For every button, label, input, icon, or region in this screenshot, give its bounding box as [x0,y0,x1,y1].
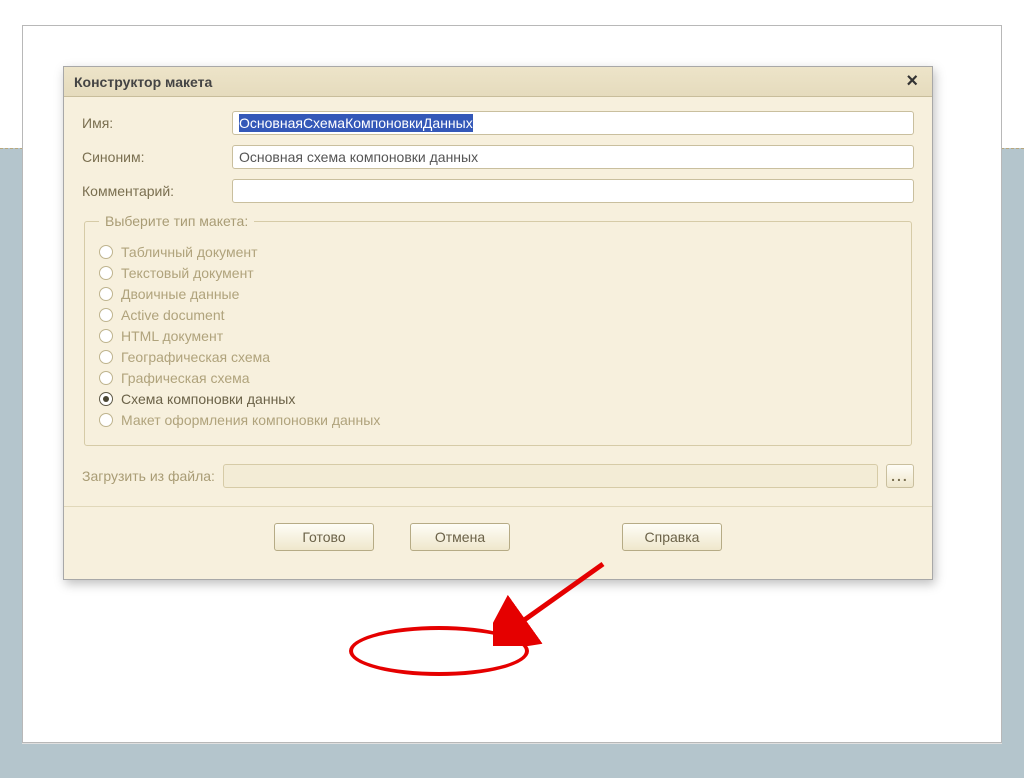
radio-label: Макет оформления компоновки данных [121,412,380,428]
name-input-value: ОсновнаяСхемаКомпоновкиДанных [239,114,473,132]
radio-label: HTML документ [121,328,223,344]
cancel-button-label: Отмена [435,529,485,545]
radio-icon [99,245,113,259]
outer-frame: Конструктор макета × Имя: ОсновнаяСхемаК… [22,25,1002,743]
name-input[interactable]: ОсновнаяСхемаКомпоновкиДанных [232,111,914,135]
radio-icon [99,329,113,343]
template-type-group: Выберите тип макета: Табличный документ Т… [84,213,912,446]
radio-icon [99,287,113,301]
radio-option-7[interactable]: Схема компоновки данных [99,391,897,407]
row-synonym: Синоним: Основная схема компоновки данны… [82,145,914,169]
comment-input[interactable] [232,179,914,203]
radio-label: Табличный документ [121,244,258,260]
radio-label: Географическая схема [121,349,270,365]
radio-icon [99,392,113,406]
titlebar: Конструктор макета × [64,67,932,97]
radio-option-1[interactable]: Текстовый документ [99,265,897,281]
synonym-input-value: Основная схема компоновки данных [239,149,478,165]
load-label: Загрузить из файла: [82,468,215,484]
dialog-body: Имя: ОсновнаяСхемаКомпоновкиДанных Синон… [64,97,932,579]
load-path-input[interactable] [223,464,878,488]
cancel-button[interactable]: Отмена [410,523,510,551]
radio-icon [99,350,113,364]
radio-label: Схема компоновки данных [121,391,295,407]
help-button-label: Справка [645,529,700,545]
radio-label: Графическая схема [121,370,250,386]
radio-option-6[interactable]: Графическая схема [99,370,897,386]
layout-constructor-dialog: Конструктор макета × Имя: ОсновнаяСхемаК… [63,66,933,580]
help-button[interactable]: Справка [622,523,722,551]
radio-option-8[interactable]: Макет оформления компоновки данных [99,412,897,428]
annotation-ellipse [349,626,529,676]
radio-option-5[interactable]: Географическая схема [99,349,897,365]
ok-button-label: Готово [302,529,345,545]
radio-label: Двоичные данные [121,286,239,302]
radio-label: Текстовый документ [121,265,254,281]
browse-button[interactable]: ... [886,464,914,488]
radio-option-3[interactable]: Active document [99,307,897,323]
close-icon[interactable]: × [902,70,922,93]
button-row: Готово Отмена Справка [82,507,914,569]
row-comment: Комментарий: [82,179,914,203]
radio-icon [99,413,113,427]
radio-icon [99,308,113,322]
load-from-file-row: Загрузить из файла: ... [82,464,914,488]
radio-icon [99,266,113,280]
dialog-title: Конструктор макета [74,74,212,90]
radio-label: Active document [121,307,225,323]
radio-option-2[interactable]: Двоичные данные [99,286,897,302]
comment-label: Комментарий: [82,183,232,199]
row-name: Имя: ОсновнаяСхемаКомпоновкиДанных [82,111,914,135]
browse-button-label: ... [891,468,909,484]
name-label: Имя: [82,115,232,131]
synonym-label: Синоним: [82,149,232,165]
synonym-input[interactable]: Основная схема компоновки данных [232,145,914,169]
radio-option-0[interactable]: Табличный документ [99,244,897,260]
radio-icon [99,371,113,385]
radio-option-4[interactable]: HTML документ [99,328,897,344]
ok-button[interactable]: Готово [274,523,374,551]
group-legend: Выберите тип макета: [99,213,254,229]
